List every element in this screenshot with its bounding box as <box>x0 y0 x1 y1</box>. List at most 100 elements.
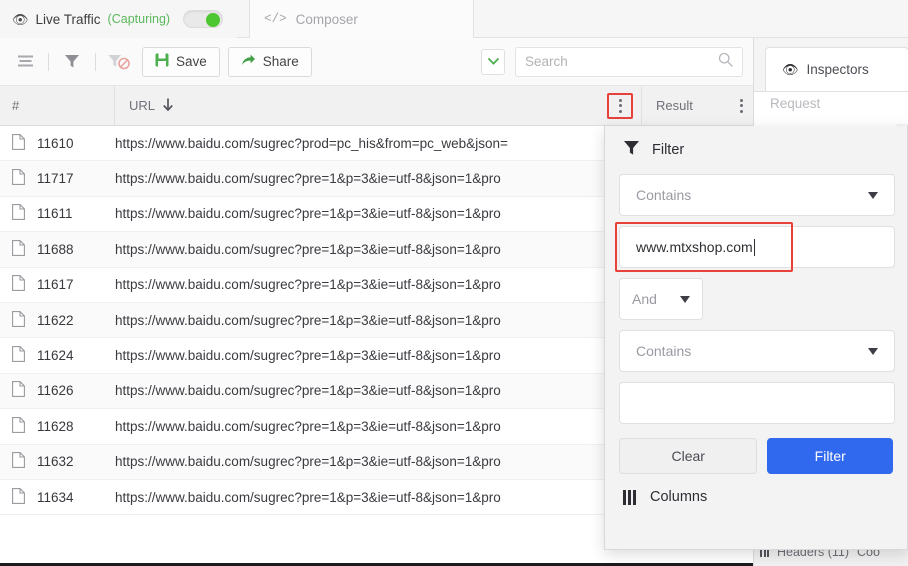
composer-label: Composer <box>295 11 358 27</box>
capturing-status: (Capturing) <box>107 12 171 26</box>
eye-icon: 👁 <box>12 11 29 27</box>
column-result-label: Result <box>656 98 693 113</box>
column-header-url[interactable]: URL <box>115 86 607 126</box>
filter-operator-1-select[interactable]: Contains <box>619 174 895 216</box>
filter-popup-actions: Clear Filter <box>619 438 893 474</box>
url-column-menu-button[interactable] <box>607 92 633 119</box>
row-id-label: 11632 <box>37 454 74 470</box>
row-id-label: 11634 <box>37 489 74 505</box>
vertical-dots-icon <box>618 98 622 113</box>
filter-value-2-input[interactable] <box>619 382 895 424</box>
column-num-label: # <box>12 98 20 113</box>
filter-popup-title: Filter <box>619 126 893 174</box>
column-header-result[interactable]: Result <box>641 85 753 126</box>
row-id-cell: 11632 <box>0 452 115 471</box>
search-box[interactable] <box>515 46 743 77</box>
filter-operator-1-value: Contains <box>636 187 692 203</box>
save-button[interactable]: Save <box>142 46 220 77</box>
document-icon <box>12 169 25 188</box>
document-icon <box>12 239 25 259</box>
document-icon <box>12 275 25 294</box>
row-id-label: 11624 <box>37 348 74 364</box>
row-id-cell: 11624 <box>0 346 115 365</box>
filter-funnel-icon[interactable] <box>57 47 87 77</box>
filter-funnel-icon <box>623 140 640 160</box>
top-tab-bar: 👁 Live Traffic (Capturing) </> Composer <box>0 0 908 38</box>
column-url-label: URL <box>129 98 156 113</box>
chevron-down-icon <box>680 295 690 303</box>
toolbar-divider <box>48 52 49 71</box>
clear-label: Clear <box>671 448 705 464</box>
eye-icon: 👁 <box>782 61 799 77</box>
row-id-cell: 11617 <box>0 275 115 294</box>
capture-toggle[interactable] <box>183 10 224 28</box>
save-disk-icon <box>155 53 169 70</box>
search-icon <box>718 52 733 72</box>
filter-value-1-text: www.mtxshop.com <box>636 239 753 255</box>
tab-composer[interactable]: </> Composer <box>249 0 475 38</box>
columns-icon <box>623 489 636 505</box>
chevron-down-icon <box>868 347 878 355</box>
document-icon <box>12 416 25 436</box>
columns-label: Columns <box>650 489 708 505</box>
table-column-header: # URL Result <box>0 85 753 126</box>
filter-value-1-wrapper: www.mtxshop.com <box>615 222 895 272</box>
filter-title-label: Filter <box>652 142 685 158</box>
document-icon <box>12 381 25 400</box>
row-id-label: 11688 <box>37 241 74 257</box>
clear-button[interactable]: Clear <box>619 438 758 474</box>
filter-operator-2-select[interactable]: Contains <box>619 330 895 372</box>
document-icon <box>12 452 25 471</box>
row-id-cell: 11611 <box>0 204 115 223</box>
document-icon <box>12 346 25 365</box>
save-label: Save <box>176 54 207 69</box>
inspectors-label: Inspectors <box>806 62 869 77</box>
code-icon: </> <box>264 12 287 26</box>
document-icon <box>12 310 25 330</box>
row-id-cell: 11626 <box>0 381 115 400</box>
columns-menu-item[interactable]: Columns <box>619 474 893 520</box>
row-id-label: 11610 <box>37 135 74 151</box>
toolbar-divider-2 <box>95 52 96 71</box>
document-icon <box>12 133 25 153</box>
row-id-label: 11622 <box>37 312 74 328</box>
filter-apply-label: Filter <box>814 448 846 464</box>
share-button[interactable]: Share <box>227 46 312 77</box>
chevron-down-icon <box>868 191 878 199</box>
row-id-label: 11617 <box>37 277 74 293</box>
filter-popup: Filter Contains www.mtxshop.com And Cont… <box>604 126 908 550</box>
fiddler-window: 👁 Live Traffic (Capturing) </> Composer <box>0 0 908 566</box>
filter-operator-2-value: Contains <box>636 343 692 359</box>
filter-value-1-input[interactable]: www.mtxshop.com <box>619 226 895 268</box>
share-label: Share <box>262 54 299 69</box>
main-toolbar: Save Share <box>0 38 753 86</box>
share-arrow-icon <box>241 53 256 70</box>
filter-conjunction-value: And <box>632 291 657 307</box>
row-id-label: 11628 <box>37 418 74 434</box>
sort-descending-arrow-icon <box>163 98 173 114</box>
row-id-cell: 11634 <box>0 487 115 507</box>
tab-live-traffic[interactable]: 👁 Live Traffic (Capturing) <box>0 0 238 38</box>
hamburger-menu-icon[interactable] <box>10 47 40 77</box>
filter-conjunction-select[interactable]: And <box>619 278 703 320</box>
row-id-label: 11717 <box>37 171 74 187</box>
row-id-cell: 11622 <box>0 310 115 330</box>
filter-disabled-icon[interactable] <box>104 47 134 77</box>
chevron-down-icon[interactable] <box>481 48 505 75</box>
filter-apply-button[interactable]: Filter <box>767 438 893 474</box>
live-traffic-label: Live Traffic <box>35 11 101 27</box>
column-header-number[interactable]: # <box>0 85 115 126</box>
document-icon <box>12 487 25 507</box>
row-id-label: 11611 <box>37 206 73 222</box>
row-id-cell: 11688 <box>0 239 115 259</box>
toggle-knob <box>206 12 221 27</box>
tab-inspectors[interactable]: 👁 Inspectors <box>765 47 908 91</box>
row-id-label: 11626 <box>37 383 74 399</box>
result-column-menu-icon[interactable] <box>740 98 743 113</box>
text-cursor <box>753 238 755 256</box>
document-icon <box>12 204 25 223</box>
request-label[interactable]: Request <box>770 96 820 111</box>
row-id-cell: 11717 <box>0 169 115 188</box>
search-input[interactable] <box>525 54 718 69</box>
row-id-cell: 11628 <box>0 416 115 436</box>
